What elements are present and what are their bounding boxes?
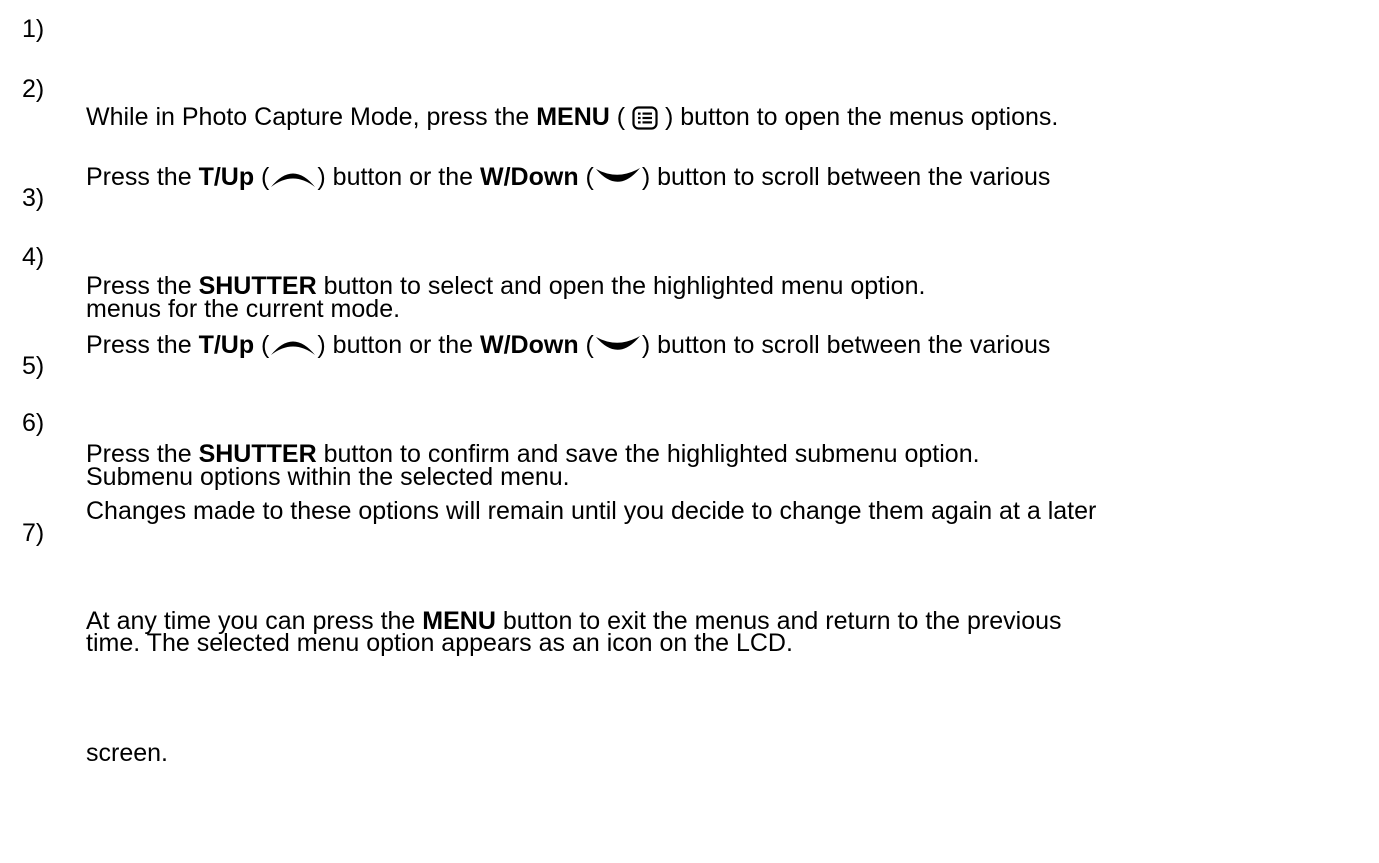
step-number: 4) [22,243,45,271]
step-number: 5) [22,352,45,380]
step-number: 3) [22,184,45,212]
instruction-list: 1) While in Photo Capture Mode, press th… [0,0,1379,767]
step-text: At any time you can press the MENU butto… [86,607,1062,767]
step-number: 7) [22,519,45,547]
menu-button-label: MENU [422,607,496,635]
step-number: 2) [22,75,45,103]
step-number: 1) [22,15,45,43]
step-number: 6) [22,409,45,437]
